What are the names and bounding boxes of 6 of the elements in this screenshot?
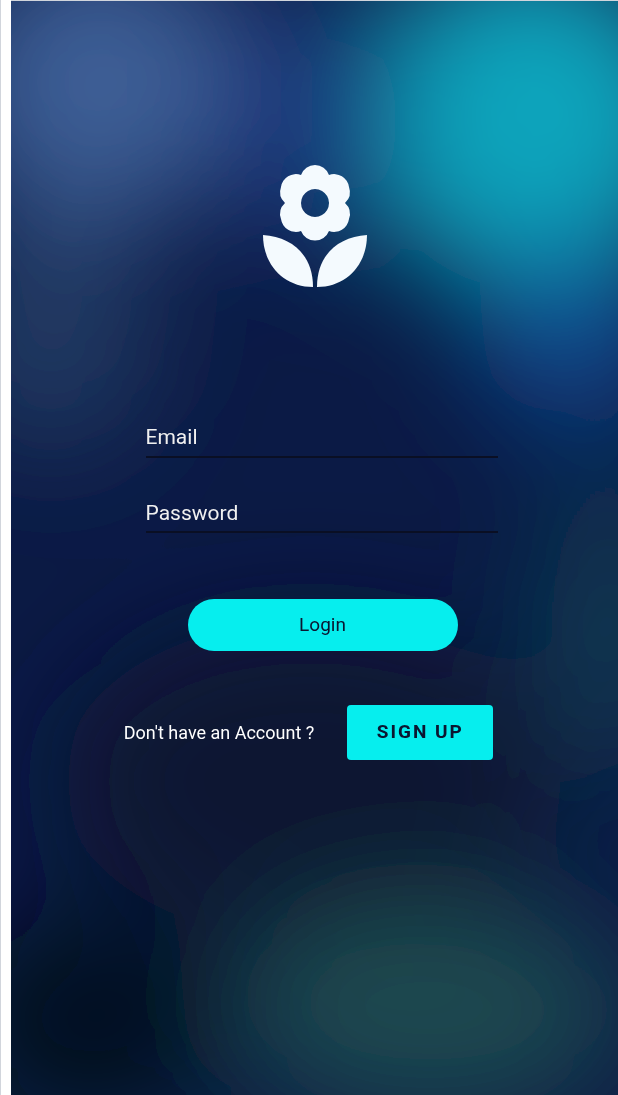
sign-up-button[interactable]: SIGN UP: [347, 705, 494, 760]
email-field[interactable]: Email: [145, 422, 498, 458]
signup-prompt: Don't have an Account ?: [123, 721, 315, 745]
password-field[interactable]: Password: [145, 497, 498, 533]
login-button[interactable]: Login: [187, 599, 458, 651]
flower-icon: [261, 165, 368, 287]
